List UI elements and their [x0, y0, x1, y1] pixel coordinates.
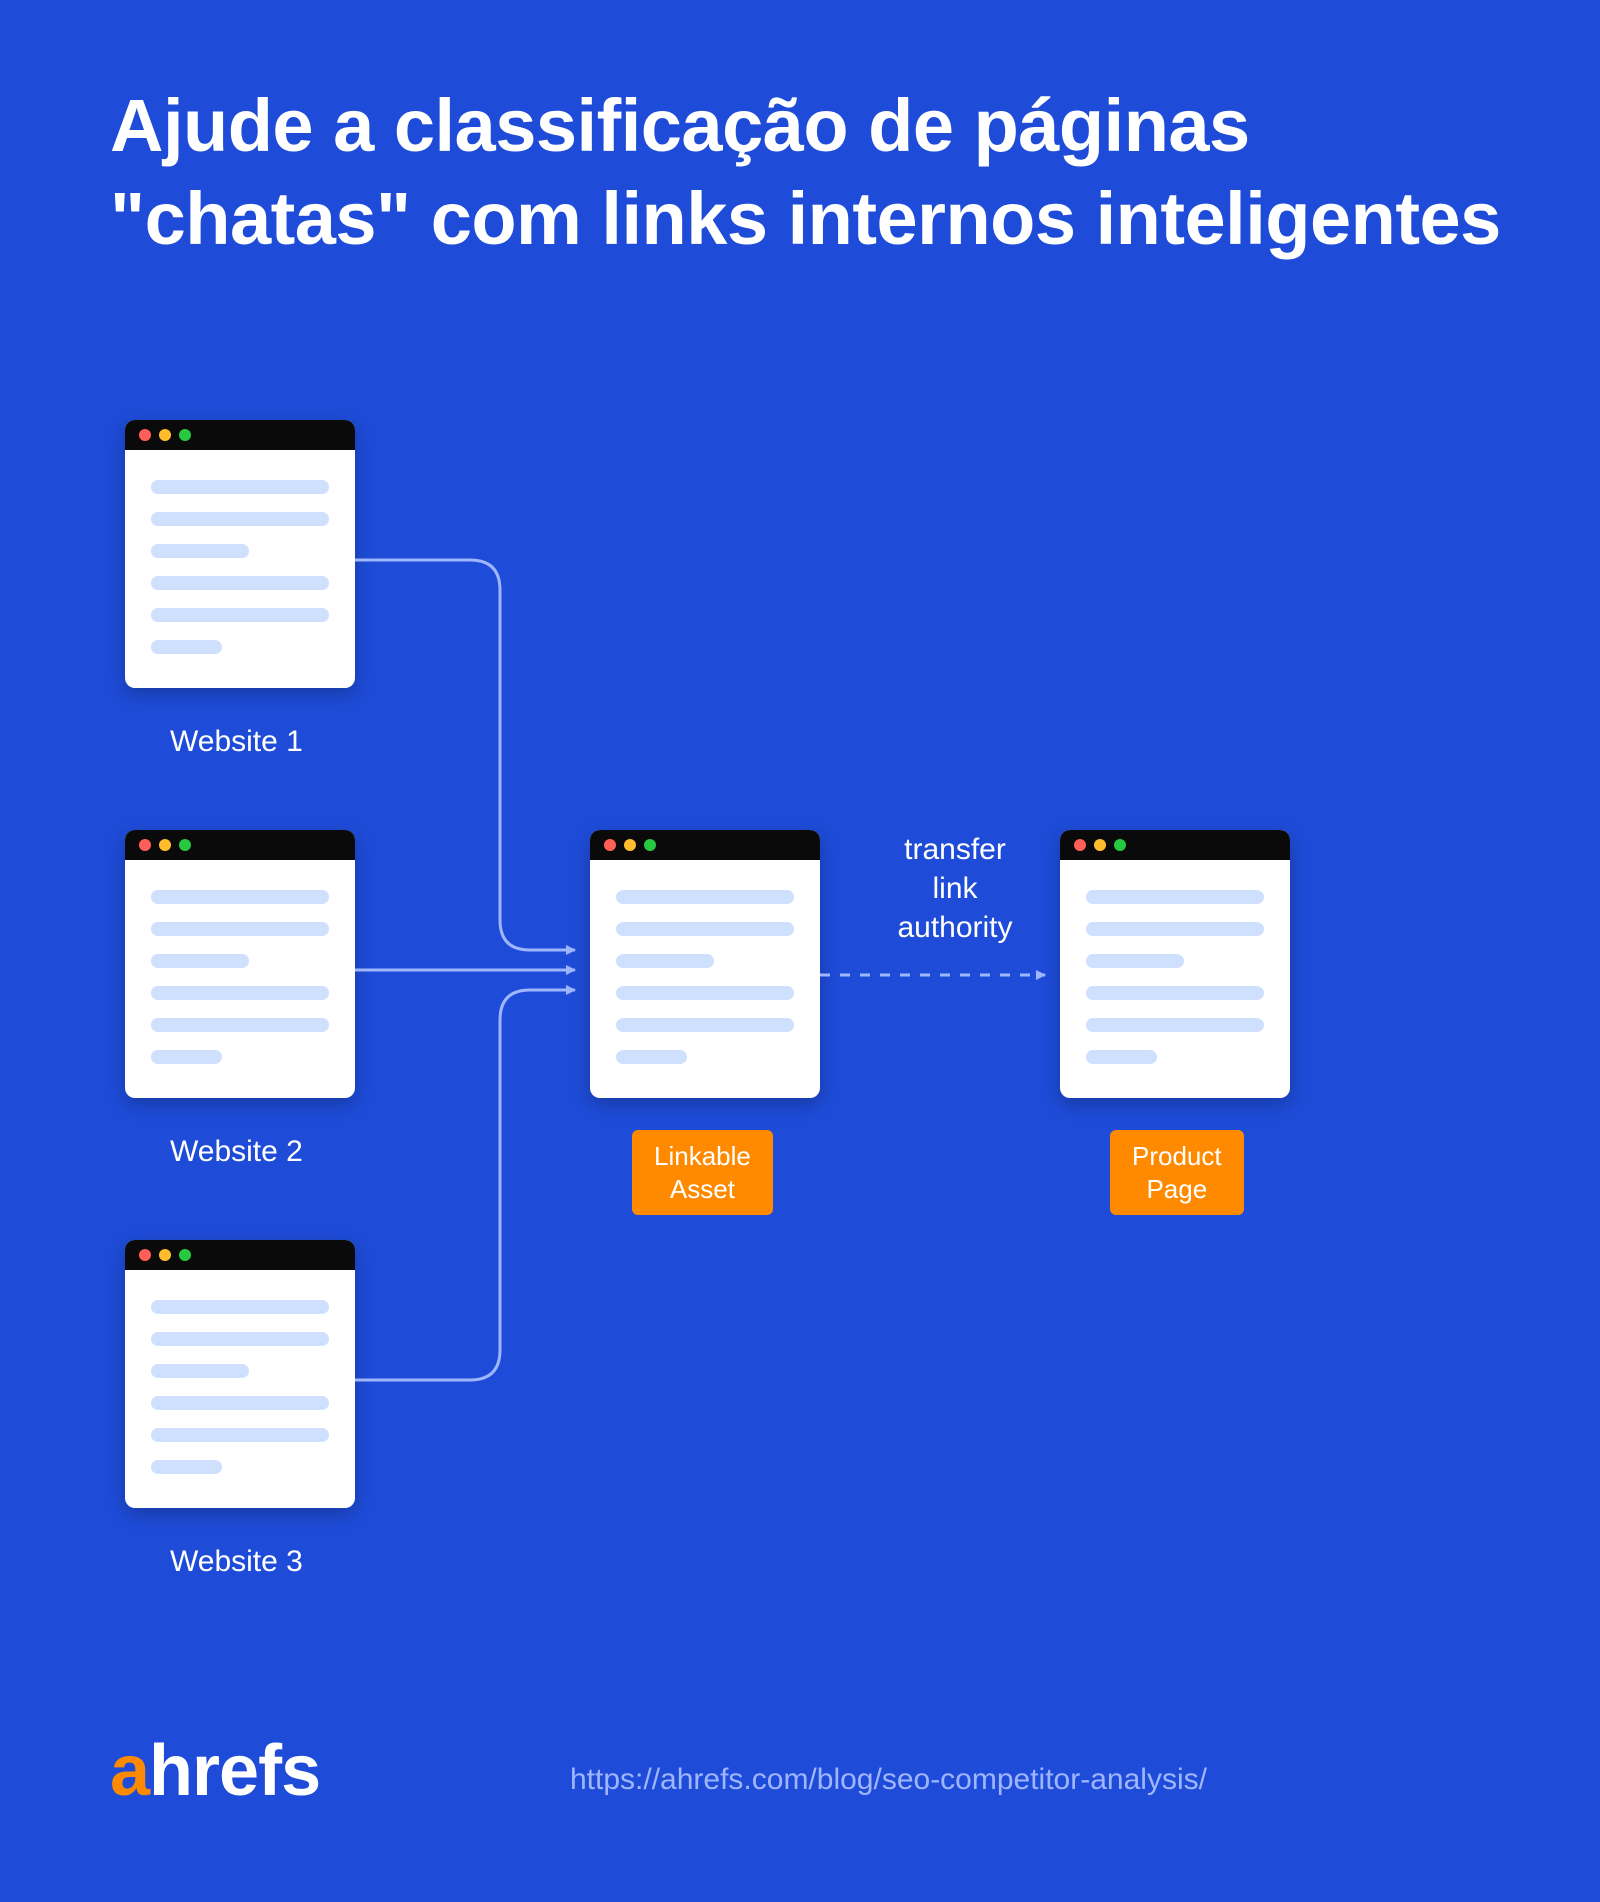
content-line	[616, 1018, 794, 1032]
content-line	[151, 1018, 329, 1032]
product-page-badge: Product Page	[1110, 1130, 1244, 1215]
content-line	[151, 922, 329, 936]
website-1-label: Website 1	[170, 725, 303, 759]
content-line	[1086, 1050, 1157, 1064]
transfer-authority-label: transfer link authority	[880, 830, 1030, 947]
content-line	[151, 890, 329, 904]
content-line	[1086, 922, 1264, 936]
window-dot-red-icon	[139, 1249, 151, 1261]
website-3-card	[125, 1240, 355, 1508]
linkable-asset-card	[590, 830, 820, 1098]
content-line	[151, 544, 249, 558]
window-dot-green-icon	[644, 839, 656, 851]
content-line	[616, 890, 794, 904]
browser-body	[125, 860, 355, 1098]
content-line	[151, 608, 329, 622]
content-line	[151, 480, 329, 494]
footer-url: https://ahrefs.com/blog/seo-competitor-a…	[570, 1763, 1207, 1797]
content-line	[616, 922, 794, 936]
browser-bar	[590, 830, 820, 860]
browser-body	[1060, 860, 1290, 1098]
window-dot-red-icon	[1074, 839, 1086, 851]
window-dot-green-icon	[179, 839, 191, 851]
product-page-card	[1060, 830, 1290, 1098]
window-dot-red-icon	[139, 429, 151, 441]
browser-bar	[125, 1240, 355, 1270]
linkable-asset-badge: Linkable Asset	[632, 1130, 773, 1215]
window-dot-red-icon	[604, 839, 616, 851]
window-dot-yellow-icon	[1094, 839, 1106, 851]
content-line	[151, 1396, 329, 1410]
browser-body	[125, 1270, 355, 1508]
browser-body	[125, 450, 355, 688]
content-line	[616, 954, 714, 968]
window-dot-green-icon	[179, 1249, 191, 1261]
window-dot-yellow-icon	[159, 839, 171, 851]
content-line	[151, 576, 329, 590]
content-line	[1086, 954, 1184, 968]
browser-bar	[1060, 830, 1290, 860]
website-2-card	[125, 830, 355, 1098]
website-2-label: Website 2	[170, 1135, 303, 1169]
website-3-label: Website 3	[170, 1545, 303, 1579]
content-line	[151, 986, 329, 1000]
content-line	[616, 1050, 687, 1064]
logo-accent: a	[110, 1731, 149, 1811]
content-line	[1086, 986, 1264, 1000]
browser-bar	[125, 420, 355, 450]
window-dot-yellow-icon	[159, 1249, 171, 1261]
window-dot-red-icon	[139, 839, 151, 851]
connector-w3-to-asset	[355, 990, 575, 1380]
browser-body	[590, 860, 820, 1098]
ahrefs-logo: ahrefs	[110, 1730, 320, 1812]
window-dot-green-icon	[179, 429, 191, 441]
content-line	[151, 512, 329, 526]
content-line	[151, 1300, 329, 1314]
browser-bar	[125, 830, 355, 860]
content-line	[151, 1364, 249, 1378]
content-line	[151, 1050, 222, 1064]
window-dot-yellow-icon	[159, 429, 171, 441]
content-line	[151, 954, 249, 968]
diagram-title: Ajude a classificação de páginas "chatas…	[110, 80, 1510, 265]
content-line	[151, 1332, 329, 1346]
window-dot-green-icon	[1114, 839, 1126, 851]
content-line	[1086, 890, 1264, 904]
content-line	[151, 1428, 329, 1442]
logo-rest: hrefs	[149, 1731, 320, 1811]
content-line	[151, 640, 222, 654]
content-line	[151, 1460, 222, 1474]
window-dot-yellow-icon	[624, 839, 636, 851]
connector-w1-to-asset	[355, 560, 575, 950]
content-line	[1086, 1018, 1264, 1032]
content-line	[616, 986, 794, 1000]
website-1-card	[125, 420, 355, 688]
